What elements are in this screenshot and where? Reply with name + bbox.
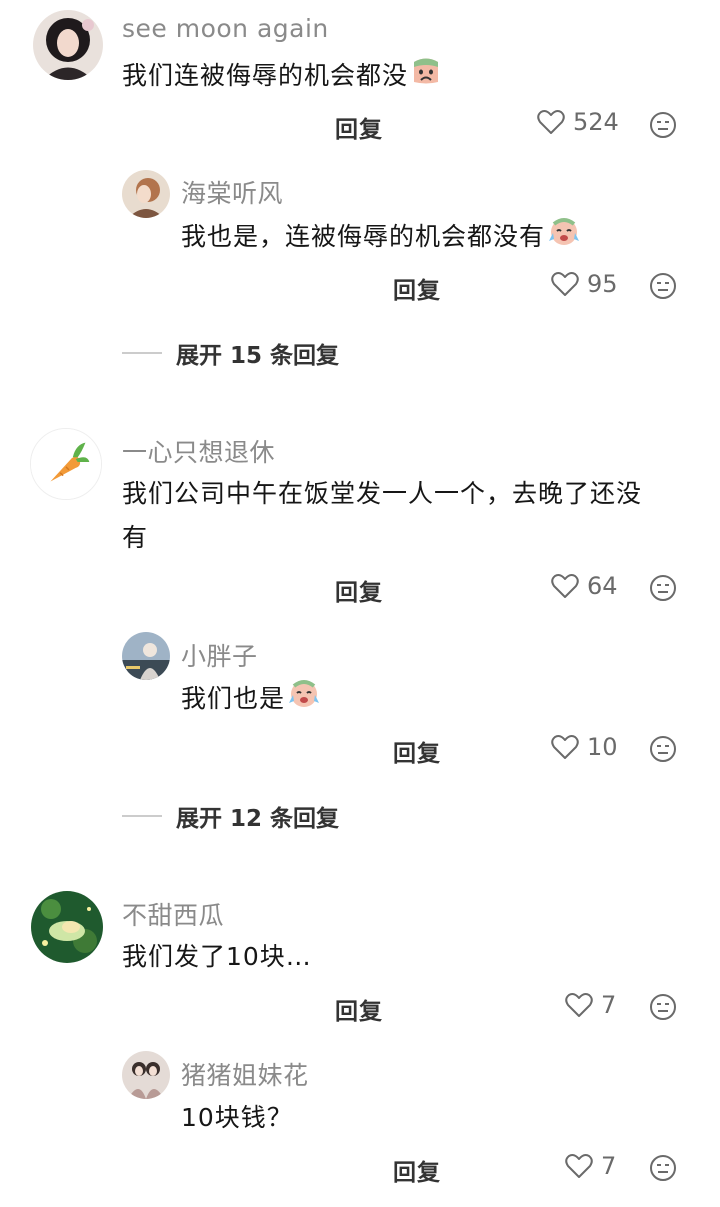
avatar-image	[122, 170, 170, 218]
reply-button[interactable]: 回复	[393, 1153, 441, 1187]
reply-text: 10块钱？	[181, 1103, 293, 1132]
expand-replies-button[interactable]: 展开 12 条回复	[122, 799, 339, 833]
avatar[interactable]	[33, 10, 103, 80]
reply-username[interactable]: 小胖子	[181, 637, 258, 673]
reaction-icon[interactable]	[649, 993, 677, 1021]
comment-username[interactable]: 一心只想退休	[122, 433, 275, 469]
comment-username[interactable]: see moon again	[122, 14, 329, 43]
crying-face-emoji-icon	[287, 677, 321, 723]
like-count: 10	[587, 733, 618, 761]
like-count: 64	[587, 572, 618, 600]
comment-text-line-1: 我们公司中午在饭堂发一人一个，去晚了还没	[122, 479, 643, 508]
reaction-icon[interactable]	[649, 735, 677, 763]
heart-icon	[551, 735, 579, 759]
like-button[interactable]: 7	[565, 991, 616, 1019]
sad-face-emoji-icon	[410, 54, 442, 100]
like-button[interactable]: 10	[551, 733, 618, 761]
avatar-image	[122, 1051, 170, 1099]
expand-label: 展开 15 条回复	[176, 343, 340, 369]
avatar[interactable]	[30, 428, 102, 500]
like-button[interactable]: 64	[551, 572, 618, 600]
comment-text: 我们连被侮辱的机会都没	[122, 54, 442, 100]
comment-text-body: 我们连被侮辱的机会都没	[122, 61, 409, 90]
avatar[interactable]	[122, 632, 170, 680]
reply-text: 我们也是	[181, 677, 321, 723]
reply-button[interactable]: 回复	[335, 992, 383, 1026]
like-count: 7	[601, 1152, 617, 1180]
reaction-icon[interactable]	[649, 574, 677, 602]
expand-replies-button[interactable]: 展开 15 条回复	[122, 336, 339, 370]
expand-label: 展开 12 条回复	[176, 806, 340, 832]
divider-line	[122, 352, 162, 354]
avatar-image	[31, 891, 103, 963]
reply-text-body: 我也是，连被侮辱的机会都没有	[181, 222, 546, 251]
like-button[interactable]: 95	[551, 270, 618, 298]
reaction-icon[interactable]	[649, 111, 677, 139]
heart-icon	[565, 993, 593, 1017]
reply-button[interactable]: 回复	[393, 271, 441, 305]
avatar-image	[33, 10, 103, 80]
like-button[interactable]: 524	[537, 108, 619, 136]
crying-face-emoji-icon	[547, 215, 581, 261]
avatar[interactable]	[122, 1051, 170, 1099]
reply-text-body: 我们也是	[181, 684, 286, 713]
heart-icon	[551, 574, 579, 598]
like-count: 524	[573, 108, 619, 136]
avatar[interactable]	[122, 170, 170, 218]
reply-button[interactable]: 回复	[335, 110, 383, 144]
reaction-icon[interactable]	[649, 1154, 677, 1182]
carrot-icon	[31, 429, 101, 499]
like-count: 7	[601, 991, 617, 1019]
comment-text: 我们发了10块…	[122, 942, 312, 971]
like-count: 95	[587, 270, 618, 298]
avatar[interactable]	[31, 891, 103, 963]
heart-icon	[565, 1154, 593, 1178]
divider-line	[122, 815, 162, 817]
reply-button[interactable]: 回复	[393, 734, 441, 768]
reply-username[interactable]: 猪猪姐妹花	[181, 1056, 309, 1092]
comment-text-line-2: 有	[122, 523, 149, 552]
reply-text: 我也是，连被侮辱的机会都没有	[181, 215, 581, 261]
reaction-icon[interactable]	[649, 272, 677, 300]
comment-username[interactable]: 不甜西瓜	[122, 896, 224, 932]
reply-button[interactable]: 回复	[335, 573, 383, 607]
reply-username[interactable]: 海棠听风	[181, 174, 283, 210]
avatar-image	[122, 632, 170, 680]
like-button[interactable]: 7	[565, 1152, 616, 1180]
heart-icon	[551, 272, 579, 296]
heart-icon	[537, 110, 565, 134]
